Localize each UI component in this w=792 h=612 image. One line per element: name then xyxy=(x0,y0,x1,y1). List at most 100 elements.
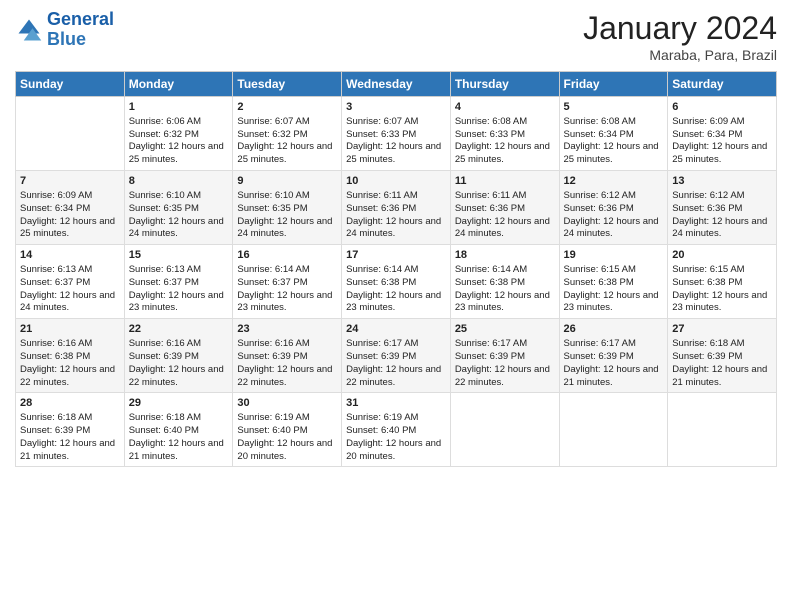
calendar-cell: 19 Sunrise: 6:15 AM Sunset: 6:38 PM Dayl… xyxy=(559,245,668,319)
day-number: 12 xyxy=(564,174,664,189)
day-number: 20 xyxy=(672,248,772,263)
daylight-text: Daylight: 12 hours and 24 minutes. xyxy=(129,216,224,240)
calendar-cell: 16 Sunrise: 6:14 AM Sunset: 6:37 PM Dayl… xyxy=(233,245,342,319)
daylight-text: Daylight: 12 hours and 24 minutes. xyxy=(672,216,767,240)
sunset-text: Sunset: 6:39 PM xyxy=(237,351,307,362)
sunset-text: Sunset: 6:38 PM xyxy=(455,277,525,288)
day-number: 27 xyxy=(672,322,772,337)
logo-icon xyxy=(15,16,43,44)
daylight-text: Daylight: 12 hours and 22 minutes. xyxy=(237,364,332,388)
calendar-cell: 11 Sunrise: 6:11 AM Sunset: 6:36 PM Dayl… xyxy=(450,171,559,245)
calendar-cell: 12 Sunrise: 6:12 AM Sunset: 6:36 PM Dayl… xyxy=(559,171,668,245)
daylight-text: Daylight: 12 hours and 22 minutes. xyxy=(455,364,550,388)
sunrise-text: Sunrise: 6:08 AM xyxy=(564,116,636,127)
sunset-text: Sunset: 6:34 PM xyxy=(672,129,742,140)
day-number: 30 xyxy=(237,396,337,411)
calendar-table: SundayMondayTuesdayWednesdayThursdayFrid… xyxy=(15,71,777,467)
daylight-text: Daylight: 12 hours and 25 minutes. xyxy=(672,141,767,165)
sunset-text: Sunset: 6:39 PM xyxy=(455,351,525,362)
title-block: January 2024 Maraba, Para, Brazil xyxy=(583,10,777,63)
calendar-cell: 8 Sunrise: 6:10 AM Sunset: 6:35 PM Dayli… xyxy=(124,171,233,245)
daylight-text: Daylight: 12 hours and 23 minutes. xyxy=(564,290,659,314)
page: General Blue January 2024 Maraba, Para, … xyxy=(0,0,792,612)
sunrise-text: Sunrise: 6:06 AM xyxy=(129,116,201,127)
daylight-text: Daylight: 12 hours and 24 minutes. xyxy=(237,216,332,240)
sunset-text: Sunset: 6:39 PM xyxy=(346,351,416,362)
sunset-text: Sunset: 6:32 PM xyxy=(237,129,307,140)
calendar-cell: 22 Sunrise: 6:16 AM Sunset: 6:39 PM Dayl… xyxy=(124,319,233,393)
sunrise-text: Sunrise: 6:14 AM xyxy=(237,264,309,275)
week-row-3: 14 Sunrise: 6:13 AM Sunset: 6:37 PM Dayl… xyxy=(16,245,777,319)
daylight-text: Daylight: 12 hours and 23 minutes. xyxy=(346,290,441,314)
sunrise-text: Sunrise: 6:08 AM xyxy=(455,116,527,127)
sunrise-text: Sunrise: 6:19 AM xyxy=(237,412,309,423)
calendar-cell: 28 Sunrise: 6:18 AM Sunset: 6:39 PM Dayl… xyxy=(16,393,125,467)
sunset-text: Sunset: 6:37 PM xyxy=(20,277,90,288)
day-number: 9 xyxy=(237,174,337,189)
sunrise-text: Sunrise: 6:18 AM xyxy=(129,412,201,423)
day-number: 19 xyxy=(564,248,664,263)
calendar-cell xyxy=(450,393,559,467)
day-number: 11 xyxy=(455,174,555,189)
week-row-2: 7 Sunrise: 6:09 AM Sunset: 6:34 PM Dayli… xyxy=(16,171,777,245)
day-number: 8 xyxy=(129,174,229,189)
daylight-text: Daylight: 12 hours and 25 minutes. xyxy=(20,216,115,240)
sunset-text: Sunset: 6:34 PM xyxy=(20,203,90,214)
calendar-cell: 31 Sunrise: 6:19 AM Sunset: 6:40 PM Dayl… xyxy=(342,393,451,467)
daylight-text: Daylight: 12 hours and 23 minutes. xyxy=(129,290,224,314)
daylight-text: Daylight: 12 hours and 22 minutes. xyxy=(20,364,115,388)
calendar-cell: 20 Sunrise: 6:15 AM Sunset: 6:38 PM Dayl… xyxy=(668,245,777,319)
sunset-text: Sunset: 6:33 PM xyxy=(346,129,416,140)
calendar-cell xyxy=(668,393,777,467)
daylight-text: Daylight: 12 hours and 25 minutes. xyxy=(237,141,332,165)
sunrise-text: Sunrise: 6:15 AM xyxy=(564,264,636,275)
sunrise-text: Sunrise: 6:10 AM xyxy=(129,190,201,201)
sunset-text: Sunset: 6:39 PM xyxy=(672,351,742,362)
sunrise-text: Sunrise: 6:11 AM xyxy=(455,190,527,201)
calendar-cell: 9 Sunrise: 6:10 AM Sunset: 6:35 PM Dayli… xyxy=(233,171,342,245)
sunset-text: Sunset: 6:40 PM xyxy=(129,425,199,436)
daylight-text: Daylight: 12 hours and 22 minutes. xyxy=(346,364,441,388)
logo-text: General Blue xyxy=(47,10,114,50)
col-header-monday: Monday xyxy=(124,72,233,97)
sunset-text: Sunset: 6:38 PM xyxy=(672,277,742,288)
week-row-1: 1 Sunrise: 6:06 AM Sunset: 6:32 PM Dayli… xyxy=(16,97,777,171)
day-number: 25 xyxy=(455,322,555,337)
sunrise-text: Sunrise: 6:09 AM xyxy=(672,116,744,127)
day-number: 10 xyxy=(346,174,446,189)
daylight-text: Daylight: 12 hours and 20 minutes. xyxy=(346,438,441,462)
daylight-text: Daylight: 12 hours and 21 minutes. xyxy=(20,438,115,462)
sunset-text: Sunset: 6:37 PM xyxy=(237,277,307,288)
header-row: SundayMondayTuesdayWednesdayThursdayFrid… xyxy=(16,72,777,97)
daylight-text: Daylight: 12 hours and 23 minutes. xyxy=(672,290,767,314)
calendar-cell: 29 Sunrise: 6:18 AM Sunset: 6:40 PM Dayl… xyxy=(124,393,233,467)
daylight-text: Daylight: 12 hours and 24 minutes. xyxy=(455,216,550,240)
col-header-sunday: Sunday xyxy=(16,72,125,97)
calendar-cell: 26 Sunrise: 6:17 AM Sunset: 6:39 PM Dayl… xyxy=(559,319,668,393)
sunset-text: Sunset: 6:35 PM xyxy=(237,203,307,214)
sunrise-text: Sunrise: 6:17 AM xyxy=(455,338,527,349)
calendar-cell: 3 Sunrise: 6:07 AM Sunset: 6:33 PM Dayli… xyxy=(342,97,451,171)
sunrise-text: Sunrise: 6:11 AM xyxy=(346,190,418,201)
sunset-text: Sunset: 6:36 PM xyxy=(346,203,416,214)
daylight-text: Daylight: 12 hours and 21 minutes. xyxy=(564,364,659,388)
daylight-text: Daylight: 12 hours and 25 minutes. xyxy=(129,141,224,165)
daylight-text: Daylight: 12 hours and 20 minutes. xyxy=(237,438,332,462)
daylight-text: Daylight: 12 hours and 24 minutes. xyxy=(346,216,441,240)
sunrise-text: Sunrise: 6:16 AM xyxy=(20,338,92,349)
calendar-cell: 13 Sunrise: 6:12 AM Sunset: 6:36 PM Dayl… xyxy=(668,171,777,245)
week-row-4: 21 Sunrise: 6:16 AM Sunset: 6:38 PM Dayl… xyxy=(16,319,777,393)
day-number: 3 xyxy=(346,100,446,115)
calendar-cell: 27 Sunrise: 6:18 AM Sunset: 6:39 PM Dayl… xyxy=(668,319,777,393)
calendar-cell xyxy=(16,97,125,171)
calendar-cell: 25 Sunrise: 6:17 AM Sunset: 6:39 PM Dayl… xyxy=(450,319,559,393)
day-number: 31 xyxy=(346,396,446,411)
sunset-text: Sunset: 6:39 PM xyxy=(564,351,634,362)
day-number: 1 xyxy=(129,100,229,115)
sunrise-text: Sunrise: 6:10 AM xyxy=(237,190,309,201)
sunset-text: Sunset: 6:37 PM xyxy=(129,277,199,288)
day-number: 15 xyxy=(129,248,229,263)
sunset-text: Sunset: 6:36 PM xyxy=(672,203,742,214)
calendar-cell: 18 Sunrise: 6:14 AM Sunset: 6:38 PM Dayl… xyxy=(450,245,559,319)
sunrise-text: Sunrise: 6:07 AM xyxy=(346,116,418,127)
